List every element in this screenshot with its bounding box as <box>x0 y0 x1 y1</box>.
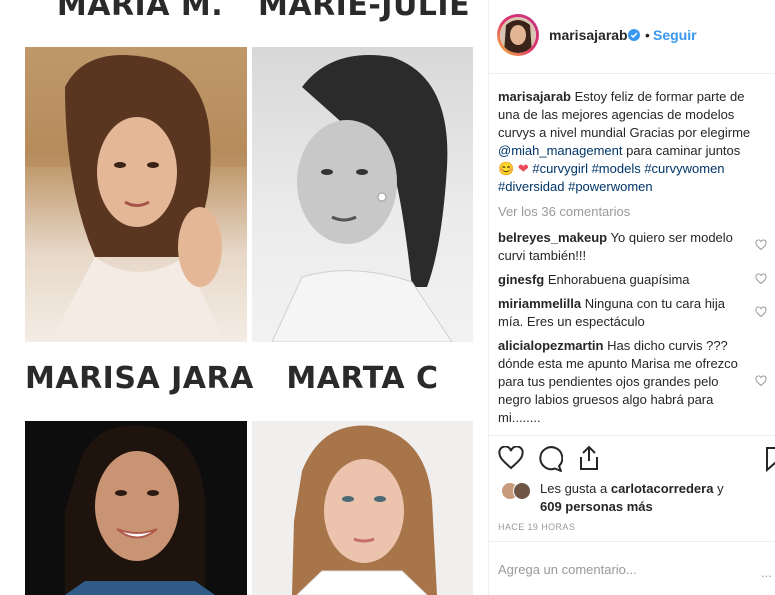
more-options-button[interactable]: ... <box>761 565 772 580</box>
header-username[interactable]: marisajarab <box>549 27 628 43</box>
likes-prefix: Les gusta a <box>540 481 608 496</box>
comment-like-icon[interactable] <box>755 239 767 251</box>
model-name-maria-m: MARIA M. <box>56 0 224 23</box>
photo-marta-c <box>252 421 473 595</box>
comment: ginesfg Enhorabuena guapísima <box>498 271 746 289</box>
hashtags-line-1[interactable]: #curvygirl #models #curvywomen <box>532 161 724 176</box>
caption-text-2: para caminar juntos <box>626 143 741 158</box>
verified-icon <box>628 29 640 41</box>
avatar[interactable] <box>497 14 539 56</box>
comment-user[interactable]: alicialopezmartin <box>498 338 603 353</box>
comment: belreyes_makeup Yo quiero ser modelo cur… <box>498 229 746 265</box>
caption-username[interactable]: marisajarab <box>498 89 571 104</box>
likes-user[interactable]: carlotacorredera <box>611 481 714 496</box>
model-name-marisa-jara: MARISA JARA <box>25 361 254 396</box>
liker-avatars <box>501 482 537 500</box>
comment: miriammelilla Ninguna con tu cara hija m… <box>498 295 746 331</box>
comment-like-icon[interactable] <box>755 306 767 318</box>
model-name-marie-julie: MARIE-JULIE <box>258 0 471 23</box>
post-image[interactable]: MARIA M. MARIE-JULIE MARISA JARA MARTA C <box>0 0 488 595</box>
heart-emoji: ❤ <box>517 161 529 176</box>
comment-user[interactable]: ginesfg <box>498 272 544 287</box>
share-icon[interactable] <box>577 445 601 471</box>
hashtags-line-2[interactable]: #diversidad #powerwomen <box>498 179 653 194</box>
photo-maria-m <box>25 47 247 342</box>
comment-like-icon[interactable] <box>755 273 767 285</box>
comment: alicialopezmartin Has dicho curvis ??? d… <box>498 337 746 427</box>
post-header: marisajarab • Seguir <box>489 0 775 74</box>
bookmark-icon[interactable] <box>765 446 775 472</box>
comment-user[interactable]: miriammelilla <box>498 296 581 311</box>
comment-user[interactable]: belreyes_makeup <box>498 230 607 245</box>
model-name-marta-c: MARTA C <box>286 361 439 396</box>
divider <box>489 435 775 436</box>
comment-text: Enhorabuena guapísima <box>547 272 690 287</box>
caption-mention[interactable]: @miah_management <box>498 143 622 158</box>
likes-summary: Les gusta a carlotacorredera y 609 perso… <box>540 480 724 516</box>
likes-count[interactable]: 609 personas más <box>540 499 653 514</box>
comment-like-icon[interactable] <box>755 375 767 387</box>
comment-icon[interactable] <box>537 446 563 472</box>
photo-marisa-jara <box>25 421 247 595</box>
view-all-comments-link[interactable]: Ver los 36 comentarios <box>498 204 630 219</box>
follow-button[interactable]: Seguir <box>653 27 697 43</box>
photo-marie-julie <box>252 47 473 342</box>
post-panel: marisajarab • Seguir marisajarab Estoy f… <box>488 0 775 595</box>
heart-icon[interactable] <box>498 446 524 470</box>
likes-suffix: y <box>717 481 724 496</box>
post-caption: marisajarab Estoy feliz de formar parte … <box>498 88 768 196</box>
divider <box>489 541 775 542</box>
separator-dot: • <box>645 27 650 43</box>
smile-emoji: 😊 <box>498 161 515 176</box>
post-timestamp[interactable]: HACE 19 HORAS <box>498 522 575 532</box>
add-comment-input[interactable]: Agrega un comentario... <box>498 562 637 577</box>
